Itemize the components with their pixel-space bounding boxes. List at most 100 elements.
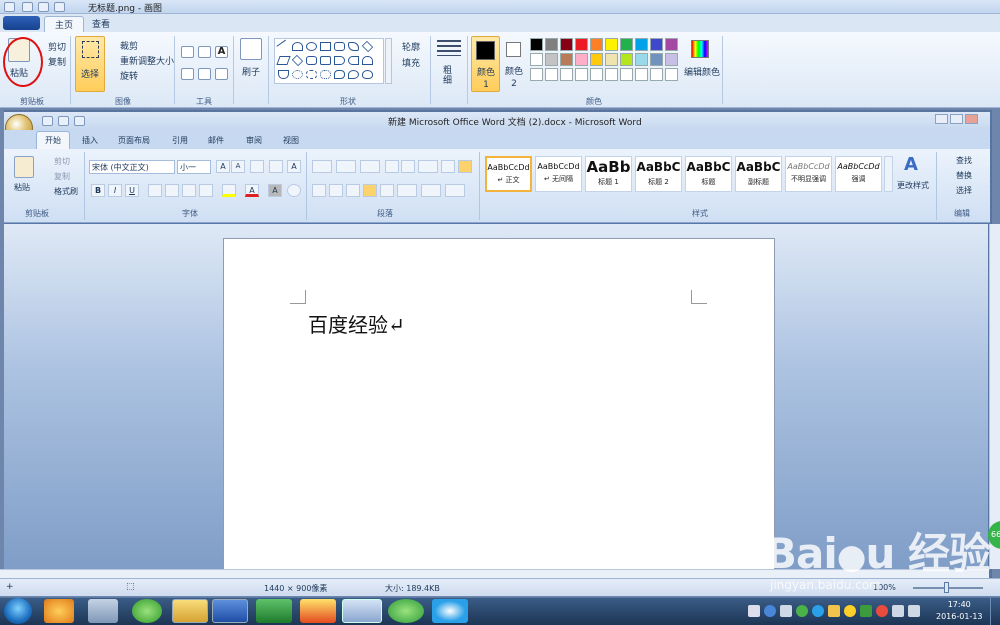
color-palette[interactable] — [530, 38, 690, 86]
paint-taskbar-icon[interactable] — [342, 599, 382, 623]
tab-home[interactable]: 主页 — [44, 16, 85, 32]
color-swatch[interactable] — [665, 38, 678, 51]
align-center-icon[interactable] — [329, 184, 343, 197]
change-styles-button[interactable]: 更改样式 — [897, 180, 929, 191]
line-shape-icon[interactable] — [276, 39, 291, 54]
color-swatch[interactable] — [575, 38, 588, 51]
word-tab-insert[interactable]: 插入 — [82, 135, 98, 146]
five-point-star-shape-icon[interactable] — [306, 70, 317, 79]
tray-app-icon[interactable] — [828, 605, 840, 617]
bullets-icon[interactable] — [312, 160, 332, 173]
four-point-star-shape-icon[interactable] — [292, 70, 303, 79]
paint-menu-button[interactable] — [3, 16, 40, 30]
word-tab-mailings[interactable]: 邮件 — [208, 135, 224, 146]
select-button[interactable]: 选择 — [75, 36, 105, 92]
word-save-icon[interactable] — [42, 116, 53, 126]
color-swatch[interactable] — [530, 38, 543, 51]
increase-indent-icon[interactable] — [401, 160, 415, 173]
word-minimize-button[interactable] — [935, 114, 948, 124]
down-arrow-shape-icon[interactable] — [278, 70, 289, 79]
callout-oval-shape-icon[interactable] — [348, 70, 359, 79]
diamond-shape-icon[interactable] — [291, 54, 304, 67]
redo-icon[interactable] — [54, 2, 65, 12]
size-button[interactable]: 粗细 — [443, 66, 453, 86]
browser-icon[interactable] — [132, 599, 162, 623]
word-paste-button[interactable]: 粘贴 — [14, 182, 30, 193]
style-subtitle[interactable]: AaBbC 副标题 — [735, 156, 782, 192]
color-swatch[interactable] — [560, 38, 573, 51]
zoom-slider-thumb[interactable] — [944, 582, 949, 593]
color-swatch[interactable] — [545, 53, 558, 66]
color2-button[interactable]: 颜色 2 — [503, 36, 525, 92]
magnifier-icon[interactable] — [215, 68, 228, 80]
color-swatch[interactable] — [605, 38, 618, 51]
char-border-icon[interactable]: A — [287, 160, 301, 173]
word-restore-button[interactable] — [950, 114, 963, 124]
volume-icon[interactable] — [908, 605, 920, 617]
styles-scroll[interactable] — [884, 156, 893, 192]
font-color-icon[interactable]: A — [245, 184, 259, 197]
start-button[interactable] — [4, 598, 32, 624]
select-dropdown[interactable]: 选择 — [956, 185, 972, 196]
color-picker-icon[interactable] — [198, 68, 211, 80]
pencil-icon[interactable] — [181, 46, 194, 58]
app-icon[interactable] — [44, 599, 74, 623]
word-tab-home[interactable]: 开始 — [36, 131, 70, 149]
shading-icon[interactable] — [421, 184, 441, 197]
network-icon[interactable] — [892, 605, 904, 617]
color-swatch[interactable] — [650, 68, 663, 81]
style-normal[interactable]: AaBbCcDd ↵ 正文 — [485, 156, 532, 192]
find-button[interactable]: 查找 — [956, 155, 972, 166]
vertical-scrollbar[interactable] — [989, 224, 1000, 569]
change-case-icon[interactable] — [199, 184, 213, 197]
italic-icon[interactable]: I — [108, 184, 122, 197]
callout-cloud-shape-icon[interactable] — [362, 70, 373, 79]
word-close-button[interactable] — [965, 114, 978, 124]
shapes-scroll[interactable] — [385, 38, 392, 84]
edit-colors-icon[interactable] — [691, 40, 709, 58]
chinese-layout-icon[interactable] — [418, 160, 438, 173]
color-swatch[interactable] — [575, 53, 588, 66]
color-swatch[interactable] — [620, 68, 633, 81]
style-title[interactable]: AaBbC 标题 — [685, 156, 732, 192]
underline-icon[interactable]: U — [125, 184, 139, 197]
color-swatch[interactable] — [620, 53, 633, 66]
office-taskbar-icon[interactable] — [300, 599, 336, 623]
clear-format-icon[interactable] — [250, 160, 264, 173]
resize-button[interactable]: 重新调整大小 — [120, 54, 174, 67]
char-shading-icon[interactable]: A — [268, 184, 282, 197]
style-heading-1[interactable]: AaBb 标题 1 — [585, 156, 632, 192]
rectangle-shape-icon[interactable] — [320, 42, 331, 51]
tray-app-icon[interactable] — [844, 605, 856, 617]
color-swatch[interactable] — [665, 53, 678, 66]
style-heading-2[interactable]: AaBbC 标题 2 — [635, 156, 682, 192]
edit-colors-button[interactable]: 编辑颜色 — [684, 65, 720, 78]
color-swatch[interactable] — [650, 38, 663, 51]
line-spacing-icon[interactable] — [397, 184, 417, 197]
font-name-select[interactable]: 宋体 (中文正文) — [89, 160, 175, 174]
tray-app-icon[interactable] — [780, 605, 792, 617]
grow-font-icon[interactable]: A — [216, 160, 230, 173]
outline-dropdown[interactable]: 轮廓 — [402, 40, 420, 53]
color-swatch[interactable] — [635, 68, 648, 81]
qq-tray-icon[interactable] — [812, 605, 824, 617]
justify-icon[interactable] — [363, 184, 377, 197]
right-triangle-shape-icon[interactable] — [276, 56, 291, 65]
rounded-rectangle-shape-icon[interactable] — [334, 42, 345, 51]
color-swatch[interactable] — [560, 68, 573, 81]
copy-button[interactable]: 复制 — [48, 55, 66, 68]
triangle-shape-icon[interactable] — [361, 40, 374, 53]
bold-icon[interactable]: B — [91, 184, 105, 197]
color-swatch[interactable] — [590, 38, 603, 51]
word-paste-icon[interactable] — [14, 156, 34, 178]
color-swatch[interactable] — [575, 68, 588, 81]
word-tab-references[interactable]: 引用 — [172, 135, 188, 146]
left-arrow-shape-icon[interactable] — [348, 56, 359, 65]
brush-button[interactable]: 刷子 — [242, 65, 260, 78]
style-no-spacing[interactable]: AaBbCcDd ↵ 无间隔 — [535, 156, 582, 192]
file-explorer-icon[interactable] — [172, 599, 208, 623]
highlight-icon[interactable] — [222, 184, 236, 197]
word-copy-button[interactable]: 复制 — [54, 171, 70, 182]
word-tab-view[interactable]: 视图 — [283, 135, 299, 146]
brush-icon[interactable] — [240, 38, 262, 60]
